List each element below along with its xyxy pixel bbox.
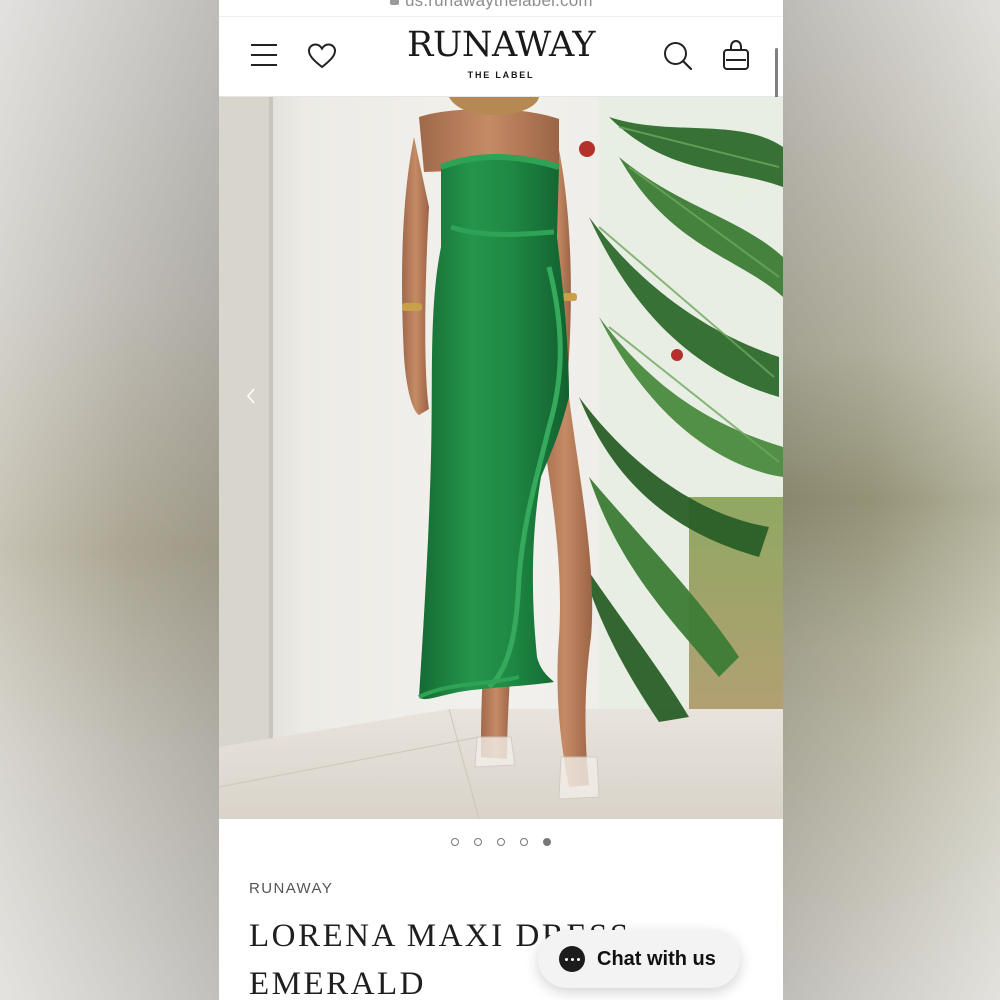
logo-subtitle: THE LABEL: [467, 70, 535, 80]
background-right: [782, 0, 1000, 1000]
gallery-dot[interactable]: [474, 838, 482, 846]
logo-text: RUNAWAY: [406, 25, 596, 65]
cart-button[interactable]: [721, 38, 751, 72]
gallery-dot[interactable]: [451, 838, 459, 846]
shopping-bag-icon: [723, 39, 749, 70]
browser-url: us.runawaythelabel.com: [405, 0, 593, 10]
menu-button[interactable]: [249, 39, 281, 71]
site-header: RUNAWAY THE LABEL: [219, 17, 783, 97]
chevron-left-icon: [246, 388, 255, 404]
background-left: [0, 0, 220, 1000]
product-photo: [219, 97, 783, 819]
gallery-pagination: [219, 838, 783, 854]
product-image[interactable]: [219, 97, 783, 819]
gallery-dot[interactable]: [497, 838, 505, 846]
site-logo[interactable]: RUNAWAY THE LABEL: [389, 25, 613, 80]
gallery-dot[interactable]: [520, 838, 528, 846]
chat-label: Chat with us: [597, 947, 716, 970]
search-icon: [664, 42, 693, 71]
chat-with-us-button[interactable]: Chat with us: [538, 930, 740, 988]
gallery-prev-button[interactable]: [241, 385, 263, 407]
lock-icon: [390, 0, 399, 5]
chat-bubble-icon: [559, 946, 585, 972]
gallery-dot-active[interactable]: [543, 838, 551, 846]
heart-icon: [307, 43, 337, 69]
browser-url-bar[interactable]: us.runawaythelabel.com: [219, 0, 783, 17]
wishlist-button[interactable]: [305, 39, 339, 73]
product-brand[interactable]: RUNAWAY: [249, 880, 333, 897]
search-button[interactable]: [661, 39, 695, 73]
mobile-page: us.runawaythelabel.com RUNAWAY THE LABEL: [219, 0, 783, 1000]
